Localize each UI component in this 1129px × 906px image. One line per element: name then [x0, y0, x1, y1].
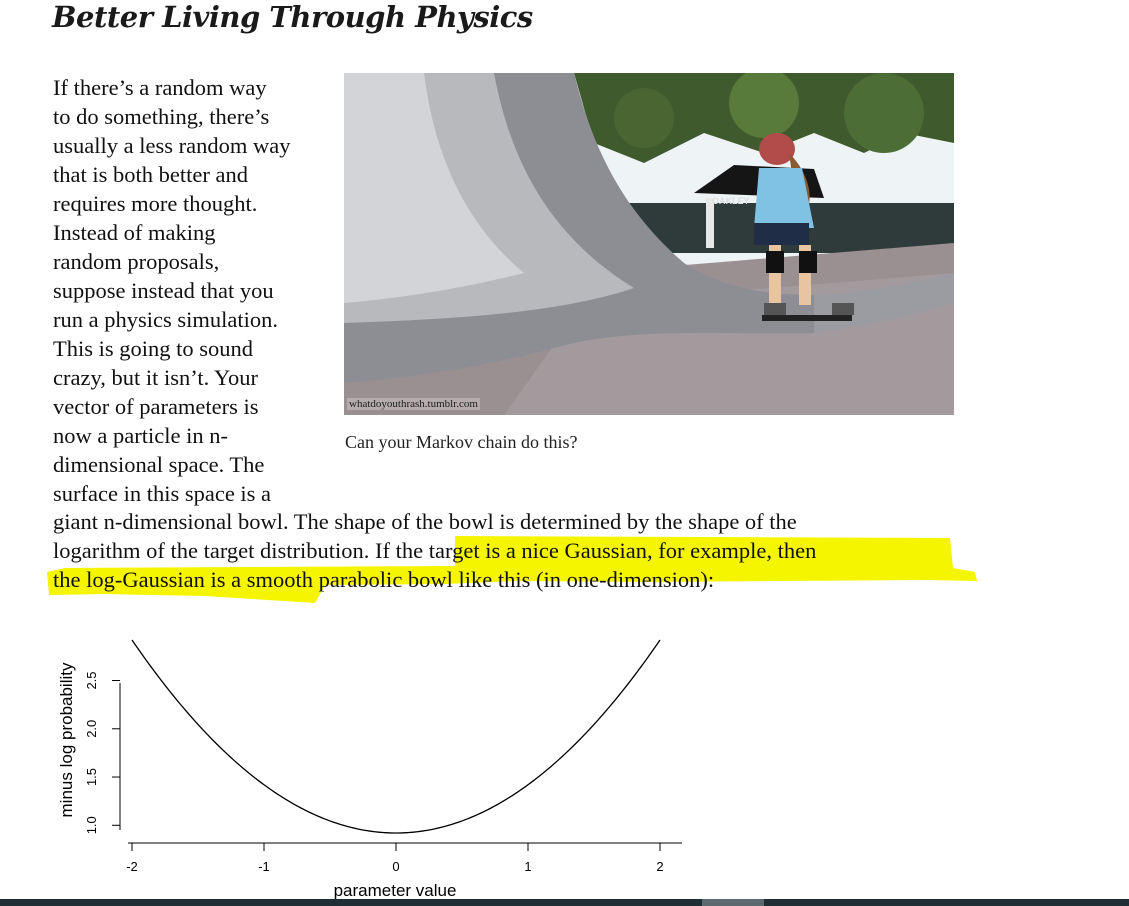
helmet: [759, 133, 795, 165]
text-line: run a physics simulation.: [53, 307, 278, 332]
text-line: This is going to sound: [53, 336, 254, 361]
text-line: that is both better and: [53, 162, 248, 187]
text-line: random proposals,: [53, 249, 220, 274]
text-line: Instead of making: [53, 220, 216, 245]
skateboard-photo: OAKLEY: [344, 73, 954, 415]
x-tick-label: -2: [126, 859, 138, 874]
x-tick-label: 0: [392, 859, 399, 874]
text-line: vector of parameters is: [53, 394, 259, 419]
scrollbar-thumb[interactable]: [702, 899, 764, 906]
x-tick-label: 1: [524, 859, 531, 874]
text-line: requires more thought.: [53, 191, 258, 216]
text-line: If there’s a random way: [53, 75, 267, 100]
text-line: surface in this space is a: [53, 481, 272, 506]
x-tick-label: 2: [656, 859, 663, 874]
y-tick-label: 2.5: [84, 671, 99, 689]
skateboard: [762, 315, 852, 321]
figure-caption: Can your Markov chain do this?: [345, 432, 578, 452]
text-line: to do something, there’s: [53, 104, 270, 129]
text-line: logarithm of the target distribution. If…: [53, 538, 817, 563]
data-series-line: [131, 639, 661, 834]
x-axis-label: parameter value: [334, 881, 457, 900]
y-tick-label: 1.0: [84, 816, 99, 834]
y-tick-label: 2.0: [84, 720, 99, 738]
wrapped-paragraph: If there’s a random way to do something,…: [53, 73, 333, 508]
text-line: the log-Gaussian is a smooth parabolic b…: [53, 567, 715, 592]
text-line: suppose instead that you: [53, 278, 274, 303]
text-line: crazy, but it isn’t. Your: [53, 365, 258, 390]
full-width-paragraph: giant n-dimensional bowl. The shape of t…: [53, 507, 1013, 594]
y-axis-label: minus log probability: [57, 662, 76, 817]
text-line: dimensional space. The: [53, 452, 265, 477]
text-line: usually a less random way: [53, 133, 291, 158]
page-title: Better Living Through Physics: [52, 0, 533, 34]
tent-logo: OAKLEY: [712, 196, 750, 206]
parabola-chart: 1.0 1.5 2.0 2.5 minus log probability -2 -1 0…: [57, 639, 682, 900]
y-tick-label: 1.5: [84, 768, 99, 786]
text-line: now a particle in n-: [53, 423, 228, 448]
photo-watermark: whatdoyouthrash.tumblr.com: [347, 398, 480, 410]
scrollbar-track[interactable]: [0, 899, 1129, 906]
x-tick-label: -1: [258, 859, 270, 874]
x-axis: -2 -1 0 1 2: [126, 842, 682, 874]
text-line: giant n-dimensional bowl. The shape of t…: [53, 509, 797, 534]
y-axis: 1.0 1.5 2.0 2.5: [84, 671, 121, 834]
